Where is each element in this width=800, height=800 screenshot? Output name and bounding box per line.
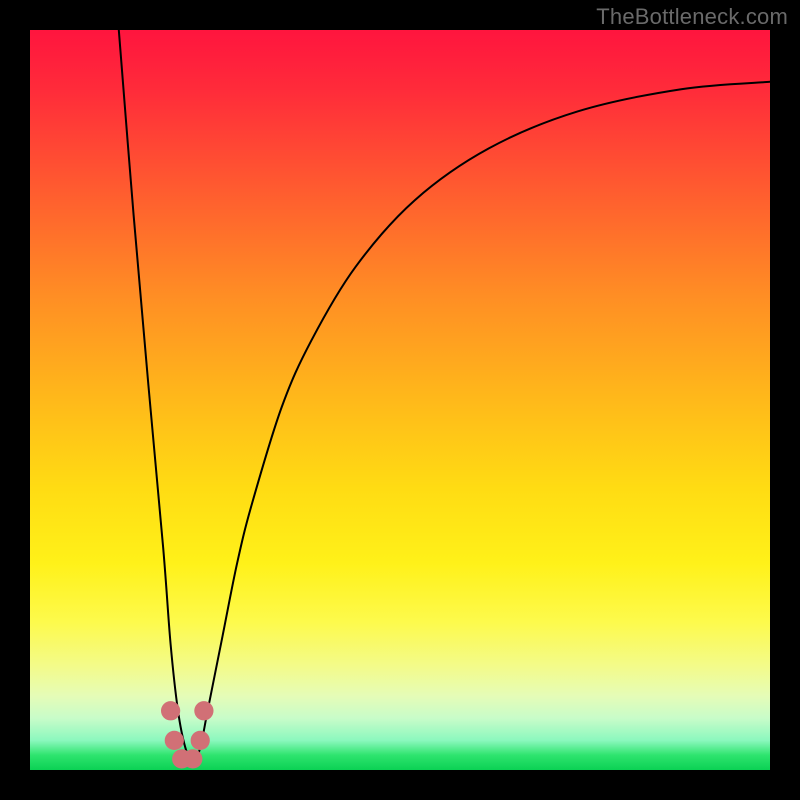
optimum-dot [161,701,180,720]
near-optimum-dots [161,701,214,768]
optimum-dot [165,731,184,750]
chart-frame: TheBottleneck.com [0,0,800,800]
plot-area [30,30,770,770]
optimum-dot [183,749,202,768]
optimum-dot [194,701,213,720]
bottleneck-svg [30,30,770,770]
bottleneck-curve-path [119,30,770,763]
watermark-text: TheBottleneck.com [596,4,788,30]
optimum-dot [191,731,210,750]
